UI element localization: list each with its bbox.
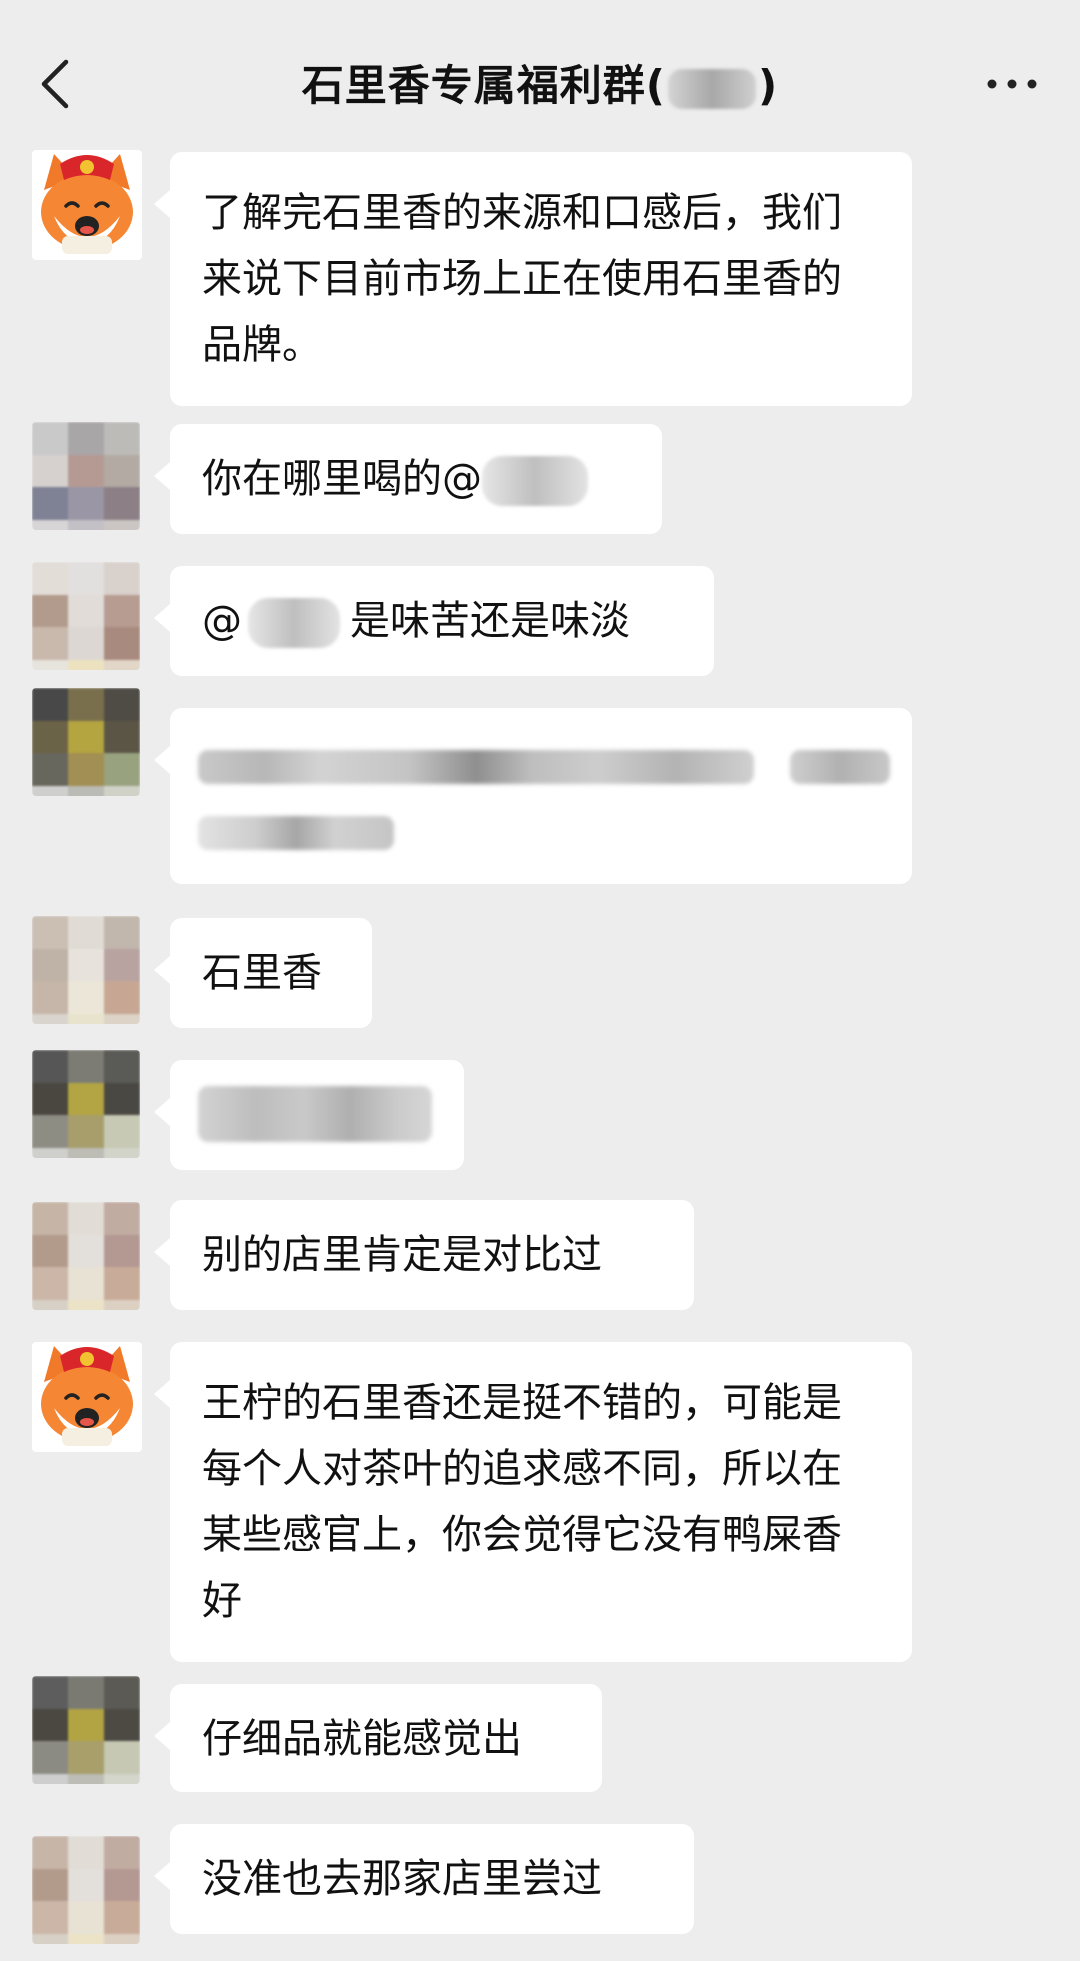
- chat-title-text: 石里香专属福利群(: [301, 61, 666, 110]
- message-bubble: 你在哪里喝的@: [154, 424, 662, 534]
- fox-mascot-icon: [41, 154, 133, 254]
- redacted-line: [198, 816, 394, 850]
- avatar-pixelated[interactable]: [32, 1676, 140, 1784]
- message-text: 石里香: [202, 950, 322, 996]
- message-bubble: 石里香: [154, 918, 372, 1028]
- message-bubble: 王柠的石里香还是挺不错的，可能是每个人对茶叶的追求感不同，所以在某些感官上，你会…: [154, 1342, 912, 1662]
- avatar-pixelated[interactable]: [32, 688, 140, 796]
- message-text: 王柠的石里香还是挺不错的，可能是每个人对茶叶的追求感不同，所以在某些感官上，你会…: [202, 1380, 842, 1624]
- more-dots-icon: [987, 79, 1037, 89]
- message-text: @: [202, 598, 242, 644]
- avatar-pixelated[interactable]: [32, 1050, 140, 1158]
- chat-title: 石里香专属福利群(): [0, 52, 1080, 113]
- message-bubble: 没准也去那家店里尝过: [154, 1824, 694, 1934]
- avatar-pixelated[interactable]: [32, 1836, 140, 1944]
- message-bubble: 了解完石里香的来源和口感后，我们来说下目前市场上正在使用石里香的品牌。: [154, 152, 912, 406]
- message-bubble: 别的店里肯定是对比过: [154, 1200, 694, 1310]
- redacted-line: [198, 1086, 432, 1142]
- fox-avatar[interactable]: [32, 1342, 142, 1452]
- redacted-line: [790, 750, 890, 784]
- more-button[interactable]: [982, 64, 1042, 104]
- message-text: 是味苦还是味淡: [350, 598, 630, 644]
- message-bubble: @ 是味苦还是味淡: [154, 566, 714, 676]
- avatar-pixelated[interactable]: [32, 916, 140, 1024]
- message-bubble: [154, 1060, 464, 1170]
- message-text: 你在哪里喝的@: [202, 456, 482, 502]
- redacted-mention: [248, 598, 340, 648]
- message-text: 没准也去那家店里尝过: [202, 1856, 602, 1902]
- message-text: 了解完石里香的来源和口感后，我们来说下目前市场上正在使用石里香的品牌。: [202, 190, 842, 368]
- chat-title-suffix: ): [758, 61, 779, 110]
- avatar-pixelated[interactable]: [32, 1202, 140, 1310]
- message-text: 别的店里肯定是对比过: [202, 1232, 602, 1278]
- redacted-region: [668, 68, 756, 109]
- fox-mascot-icon: [41, 1346, 133, 1446]
- redacted-mention: [482, 456, 588, 506]
- message-bubble: 仔细品就能感觉出: [154, 1684, 602, 1792]
- message-bubble: [154, 708, 912, 884]
- avatar-pixelated[interactable]: [32, 422, 140, 530]
- message-text: 仔细品就能感觉出: [202, 1716, 522, 1762]
- redacted-line: [198, 750, 754, 784]
- avatar-pixelated[interactable]: [32, 562, 140, 670]
- top-bar: 石里香专属福利群(): [0, 0, 1080, 150]
- fox-avatar[interactable]: [32, 150, 142, 260]
